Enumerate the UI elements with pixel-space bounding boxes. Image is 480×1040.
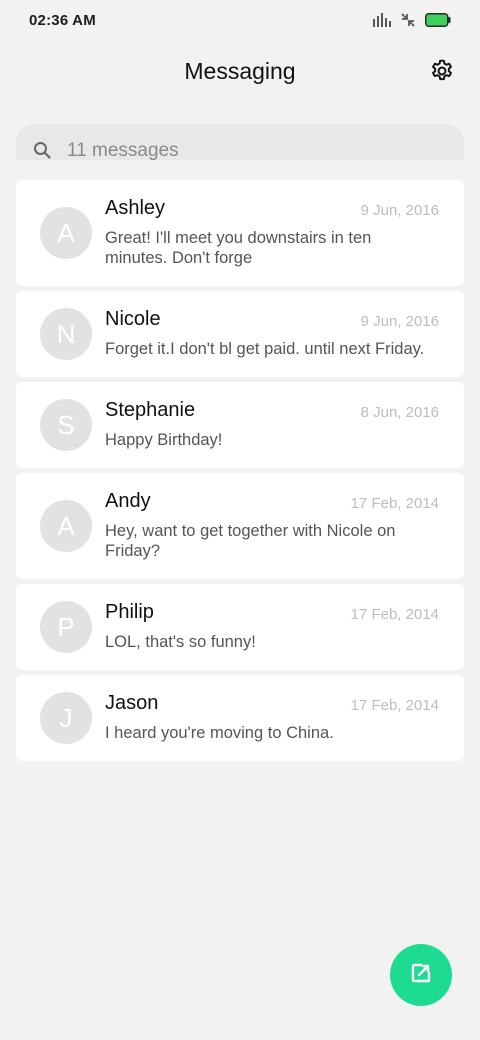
message-date: 17 Feb, 2014: [350, 606, 439, 623]
page-title: Messaging: [184, 58, 296, 84]
conversation-item[interactable]: J Jason 17 Feb, 2014 I heard you're movi…: [16, 675, 464, 761]
message-preview: Great! I'll meet you downstairs in ten m…: [105, 229, 372, 267]
avatar: A: [40, 500, 92, 552]
battery-icon: [425, 13, 451, 27]
message-date: 9 Jun, 2016: [360, 202, 439, 219]
status-icons: [373, 13, 451, 27]
message-preview: Happy Birthday!: [105, 431, 223, 449]
conversation-item[interactable]: A Ashley 9 Jun, 2016 Great! I'll meet yo…: [16, 180, 464, 286]
avatar: P: [40, 601, 92, 653]
status-bar: 02:36 AM: [0, 0, 480, 44]
message-preview: I heard you're moving to China.: [105, 724, 334, 742]
search-bar[interactable]: 11 messages: [16, 124, 464, 160]
search-icon: [33, 141, 51, 160]
app-header: Messaging: [0, 48, 480, 96]
contact-name: Nicole: [105, 308, 161, 330]
contact-name: Ashley: [105, 197, 166, 219]
contact-name: Andy: [105, 490, 151, 512]
signal-icon: [373, 13, 391, 27]
conversation-item[interactable]: N Nicole 9 Jun, 2016 Forget it.I don't b…: [16, 291, 464, 377]
search-input-placeholder[interactable]: 11 messages: [67, 140, 179, 160]
settings-button[interactable]: [427, 58, 457, 88]
data-transfer-icon: [401, 13, 415, 27]
message-preview: LOL, that's so funny!: [105, 633, 256, 651]
conversation-item[interactable]: A Andy 17 Feb, 2014 Hey, want to get tog…: [16, 473, 464, 579]
gear-icon: [429, 58, 455, 89]
message-preview: Hey, want to get together with Nicole on…: [105, 522, 396, 560]
status-time: 02:36 AM: [29, 12, 96, 29]
avatar: A: [40, 207, 92, 259]
contact-name: Stephanie: [105, 399, 196, 421]
contact-name: Philip: [105, 601, 154, 623]
compose-icon: [409, 961, 433, 990]
message-date: 8 Jun, 2016: [360, 404, 439, 421]
contact-name: Jason: [105, 692, 159, 714]
compose-button[interactable]: [390, 944, 452, 1006]
message-date: 9 Jun, 2016: [360, 313, 439, 330]
avatar: S: [40, 399, 92, 451]
message-date: 17 Feb, 2014: [350, 495, 439, 512]
avatar: J: [40, 692, 92, 744]
conversation-list: A Ashley 9 Jun, 2016 Great! I'll meet yo…: [16, 180, 464, 766]
message-date: 17 Feb, 2014: [350, 697, 439, 714]
conversation-item[interactable]: P Philip 17 Feb, 2014 LOL, that's so fun…: [16, 584, 464, 670]
avatar: N: [40, 308, 92, 360]
conversation-item[interactable]: S Stephanie 8 Jun, 2016 Happy Birthday!: [16, 382, 464, 468]
message-preview: Forget it.I don't bl get paid. until nex…: [105, 340, 425, 358]
